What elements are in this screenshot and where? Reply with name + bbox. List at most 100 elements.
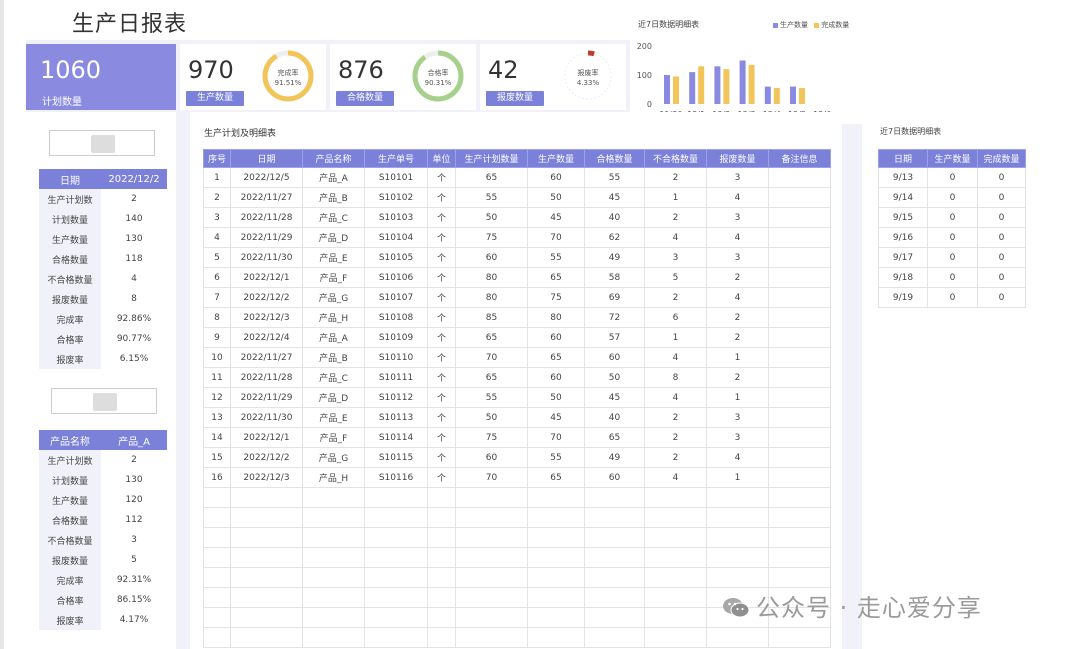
row-value: 3 xyxy=(131,535,137,545)
table-row[interactable]: 3 2022/11/28 产品_C S10103 个 50 45 40 2 3 xyxy=(203,207,831,228)
table-cell xyxy=(230,527,303,548)
table-cell: 0 xyxy=(927,227,978,248)
table-row[interactable]: 9/15 0 0 xyxy=(878,207,1026,228)
image-placeholder[interactable] xyxy=(49,130,155,156)
table-cell xyxy=(203,627,231,648)
table-cell: 0 xyxy=(927,187,978,208)
table-row[interactable]: 5 2022/11/30 产品_E S10105 个 60 55 49 3 3 xyxy=(203,247,831,268)
image-icon xyxy=(91,135,115,153)
table-row[interactable]: 1 2022/12/5 产品_A S10101 个 65 60 55 2 3 xyxy=(203,167,831,188)
row-key: 报废数量 xyxy=(39,550,101,570)
column-header[interactable]: 备注信息 xyxy=(768,149,831,168)
table-cell: 3 xyxy=(706,247,769,268)
table-cell: 65 xyxy=(527,467,585,488)
table-row[interactable]: 9/17 0 0 xyxy=(878,247,1026,268)
row-key: 合格数量 xyxy=(39,249,101,269)
bar-completed xyxy=(773,88,780,104)
column-header[interactable]: 生产计划数量 xyxy=(455,149,528,168)
table-row: 生产数量 130 xyxy=(39,229,167,249)
table-cell: 65 xyxy=(527,267,585,288)
table-cell: 11 xyxy=(203,367,231,388)
table-row[interactable]: 8 2022/12/3 产品_H S10108 个 85 80 72 6 2 xyxy=(203,307,831,328)
table-cell: 2022/11/29 xyxy=(230,227,303,248)
table-row[interactable]: 10 2022/11/27 产品_B S10110 个 70 65 60 4 1 xyxy=(203,347,831,368)
table-cell: S10103 xyxy=(364,207,428,228)
table-cell: 9/16 xyxy=(878,227,928,248)
ring-label: 合格率 xyxy=(427,69,449,77)
table-cell xyxy=(706,567,769,588)
table-row[interactable]: 14 2022/12/1 产品_F S10114 个 75 70 65 2 3 xyxy=(203,427,831,448)
bar-produced xyxy=(764,86,771,104)
column-header[interactable]: 日期 xyxy=(230,149,303,168)
column-header[interactable]: 报废数量 xyxy=(706,149,769,168)
table-cell: 2 xyxy=(706,267,769,288)
table-row[interactable]: 12 2022/11/29 产品_D S10112 个 55 50 45 4 1 xyxy=(203,387,831,408)
table-row[interactable]: 9/13 0 0 xyxy=(878,167,1026,188)
image-icon xyxy=(93,393,117,411)
table-row[interactable]: 9/14 0 0 xyxy=(878,187,1026,208)
table-cell: 40 xyxy=(584,207,645,228)
table-cell xyxy=(768,287,831,308)
table-cell xyxy=(427,567,456,588)
table-cell xyxy=(768,307,831,328)
table-cell xyxy=(768,527,831,548)
table-header: 序号 日期 产品名称 生产单号 单位 生产计划数量 生产数量 合格数量 不合格数量 报废数量 备注信… xyxy=(203,149,831,168)
kpi-produced-button[interactable]: 生产数量 xyxy=(186,91,244,106)
table-row[interactable]: 9/18 0 0 xyxy=(878,267,1026,288)
row-value: 118 xyxy=(125,254,143,264)
table-row[interactable]: 11 2022/11/28 产品_C S10111 个 65 60 50 8 2 xyxy=(203,367,831,388)
kpi-scrap-card: 42 报废数量 报废率 4.33% xyxy=(480,44,626,110)
table-cell: 个 xyxy=(427,347,456,368)
table-cell xyxy=(230,627,303,648)
y-tick-label: 0 xyxy=(647,100,652,109)
column-header[interactable]: 日期 xyxy=(878,149,928,168)
table-row[interactable]: 13 2022/11/30 产品_E S10113 个 50 45 40 2 3 xyxy=(203,407,831,428)
kpi-plan-card: 1060 计划数量 xyxy=(26,44,176,110)
table-cell xyxy=(644,587,707,608)
row-key: 报废率 xyxy=(39,349,101,369)
table-cell xyxy=(584,587,645,608)
table-cell: S10101 xyxy=(364,167,428,188)
table-row[interactable]: 2 2022/11/27 产品_B S10102 个 55 50 45 1 4 xyxy=(203,187,831,208)
table-cell: 0 xyxy=(927,167,978,188)
table-cell xyxy=(768,387,831,408)
column-header[interactable]: 完成数量 xyxy=(977,149,1026,168)
table-cell xyxy=(302,487,365,508)
column-header[interactable]: 单位 xyxy=(427,149,456,168)
table-cell: 50 xyxy=(584,367,645,388)
table-row[interactable]: 9 2022/12/4 产品_A S10109 个 65 60 57 1 2 xyxy=(203,327,831,348)
table-row[interactable]: 15 2022/12/2 产品_G S10115 个 60 55 49 2 4 xyxy=(203,447,831,468)
column-header[interactable]: 生产数量 xyxy=(527,149,585,168)
table-cell xyxy=(455,507,528,528)
column-header[interactable]: 生产数量 xyxy=(927,149,978,168)
table-cell: 9 xyxy=(203,327,231,348)
table-row[interactable]: 9/16 0 0 xyxy=(878,227,1026,248)
table-row[interactable]: 16 2022/12/3 产品_H S10116 个 70 65 60 4 1 xyxy=(203,467,831,488)
table-cell: 个 xyxy=(427,327,456,348)
kpi-qualified-button[interactable]: 合格数量 xyxy=(336,91,394,106)
image-placeholder[interactable] xyxy=(51,388,157,414)
seven-day-chart: 近7日数据明细表 生产数量 完成数量 200100011/3012/112/21… xyxy=(630,14,862,124)
table-cell xyxy=(768,547,831,568)
column-header[interactable]: 合格数量 xyxy=(584,149,645,168)
row-key: 生产计划数 xyxy=(39,189,101,209)
table-cell xyxy=(527,487,585,508)
kpi-scrap-button[interactable]: 报废数量 xyxy=(486,91,544,106)
table-row[interactable]: 6 2022/12/1 产品_F S10106 个 80 65 58 5 2 xyxy=(203,267,831,288)
table-row[interactable]: 9/19 0 0 xyxy=(878,287,1026,308)
empty-row xyxy=(203,507,831,528)
table-cell: 2 xyxy=(644,427,707,448)
table-cell xyxy=(427,507,456,528)
table-cell: 4 xyxy=(706,287,769,308)
column-header[interactable]: 序号 xyxy=(203,149,231,168)
column-header[interactable]: 生产单号 xyxy=(364,149,428,168)
table-cell: 个 xyxy=(427,207,456,228)
column-header[interactable]: 产品名称 xyxy=(302,149,365,168)
table-cell: S10116 xyxy=(364,467,428,488)
table-cell: 55 xyxy=(455,387,528,408)
table-row[interactable]: 7 2022/12/2 产品_G S10107 个 80 75 69 2 4 xyxy=(203,287,831,308)
table-row[interactable]: 4 2022/11/29 产品_D S10104 个 75 70 62 4 4 xyxy=(203,227,831,248)
column-header[interactable]: 不合格数量 xyxy=(644,149,707,168)
table-cell xyxy=(527,607,585,628)
table-cell xyxy=(364,527,428,548)
